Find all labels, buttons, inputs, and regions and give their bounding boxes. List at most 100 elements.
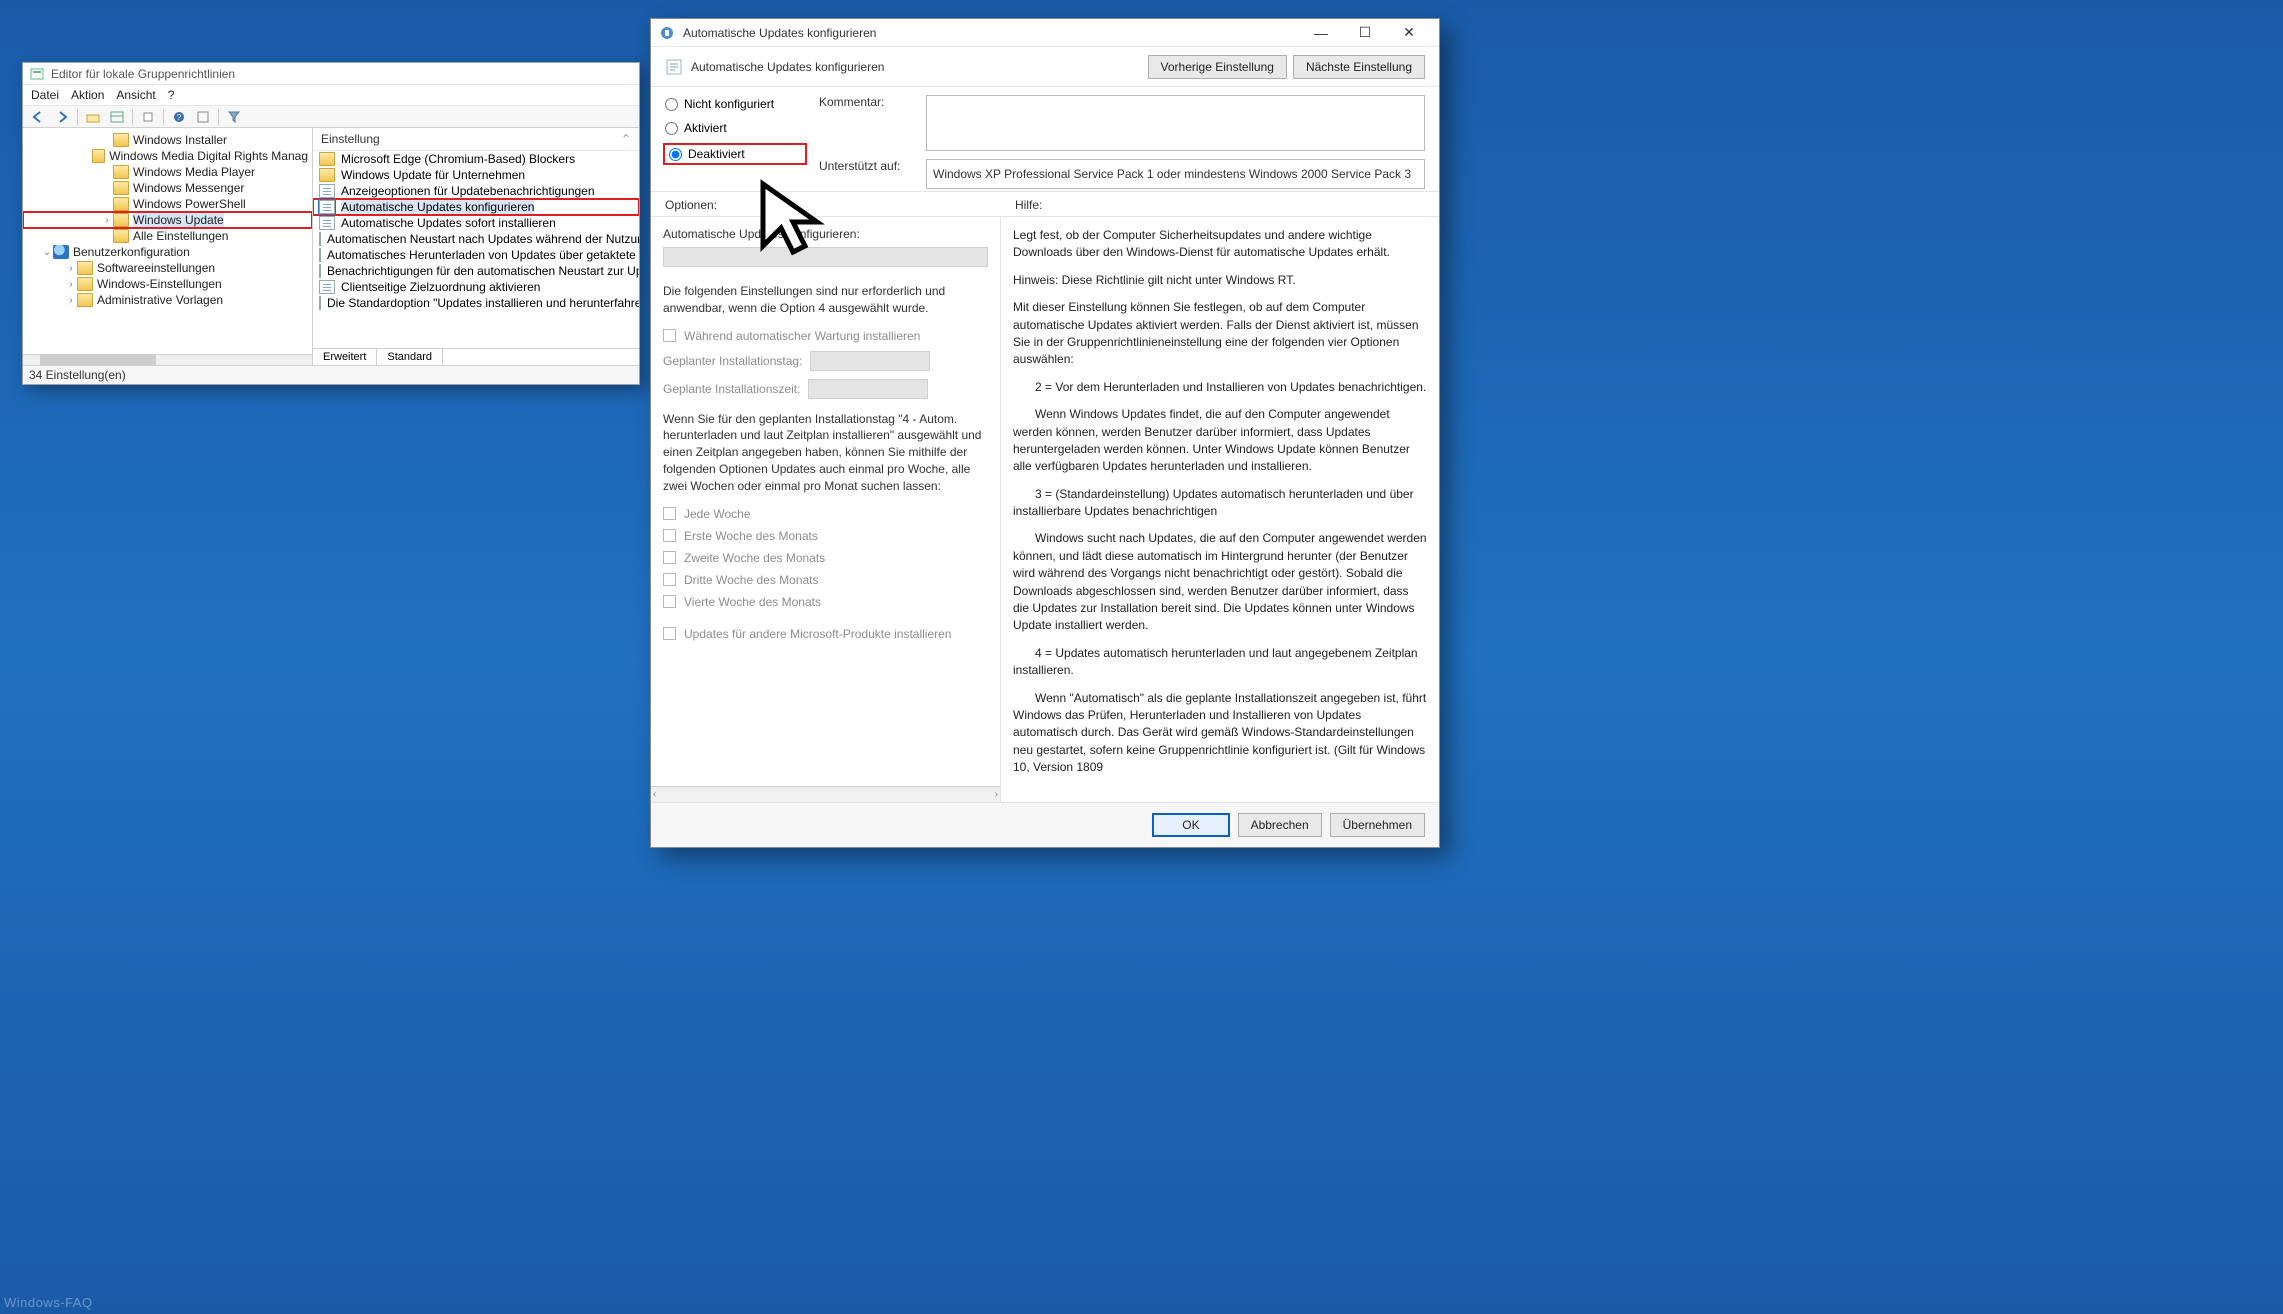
tree-item-6[interactable]: Alle Einstellungen — [23, 228, 312, 244]
details-icon[interactable] — [108, 108, 126, 126]
comment-textarea[interactable] — [926, 95, 1425, 151]
menu-file[interactable]: Datei — [31, 88, 59, 102]
policy-doc-icon — [319, 280, 335, 294]
radio-disabled[interactable]: Deaktiviert — [665, 145, 805, 163]
checkbox[interactable] — [663, 529, 676, 542]
close-icon[interactable]: ✕ — [1387, 22, 1431, 44]
toolbar-separator — [132, 109, 133, 125]
chevron-icon[interactable]: › — [101, 215, 113, 226]
radio-input[interactable] — [669, 148, 682, 161]
help-icon[interactable]: ? — [170, 108, 188, 126]
chevron-icon[interactable]: ⌄ — [41, 247, 53, 258]
tree-item-4[interactable]: Windows PowerShell — [23, 196, 312, 212]
chevron-icon[interactable]: › — [65, 279, 77, 290]
tab-extended[interactable]: Erweitert — [313, 349, 377, 365]
tree-item-2[interactable]: Windows Media Player — [23, 164, 312, 180]
apply-button[interactable]: Übernehmen — [1330, 813, 1425, 837]
export-icon[interactable] — [139, 108, 157, 126]
list-header-label: Einstellung — [321, 132, 380, 146]
tree-item-3[interactable]: Windows Messenger — [23, 180, 312, 196]
settings-list[interactable]: Microsoft Edge (Chromium-Based) Blockers… — [313, 151, 639, 348]
help-text: 3 = (Standardeinstellung) Updates automa… — [1013, 486, 1427, 521]
checkbox[interactable] — [663, 329, 676, 342]
back-icon[interactable] — [29, 108, 47, 126]
chevron-icon[interactable]: › — [65, 295, 77, 306]
opt-ms-products: Updates für andere Microsoft-Produkte in… — [684, 627, 951, 641]
supported-text: Windows XP Professional Service Pack 1 o… — [926, 159, 1425, 189]
dialog-titlebar[interactable]: Automatische Updates konfigurieren — ☐ ✕ — [651, 19, 1439, 47]
setting-label: Windows Update für Unternehmen — [341, 168, 525, 182]
setting-row-6[interactable]: Automatisches Herunterladen von Updates … — [313, 247, 639, 263]
maximize-icon[interactable]: ☐ — [1343, 22, 1387, 44]
gpe-tabs: Erweitert Standard — [313, 348, 639, 365]
gpe-tree[interactable]: Windows InstallerWindows Media Digital R… — [23, 128, 313, 365]
policy-doc-icon — [319, 248, 321, 262]
folder-icon — [319, 152, 335, 166]
setting-row-0[interactable]: Microsoft Edge (Chromium-Based) Blockers — [313, 151, 639, 167]
menu-help[interactable]: ? — [168, 88, 175, 102]
toolbar-separator — [163, 109, 164, 125]
tree-item-label: Windows Update — [133, 213, 224, 227]
checkbox[interactable] — [663, 573, 676, 586]
scroll-left-icon[interactable]: ‹ — [653, 789, 656, 800]
radio-input[interactable] — [665, 98, 678, 111]
ok-button[interactable]: OK — [1152, 813, 1229, 837]
setting-row-4[interactable]: Automatische Updates sofort installieren — [313, 215, 639, 231]
cancel-button[interactable]: Abbrechen — [1238, 813, 1322, 837]
setting-row-9[interactable]: Die Standardoption "Updates installieren… — [313, 295, 639, 311]
state-radiogroup: Nicht konfiguriert Aktiviert Deaktiviert — [665, 95, 805, 189]
previous-setting-button[interactable]: Vorherige Einstellung — [1148, 55, 1287, 79]
opt-week1: Erste Woche des Monats — [684, 529, 818, 543]
opt-week4: Vierte Woche des Monats — [684, 595, 821, 609]
time-dropdown[interactable] — [808, 379, 928, 399]
setting-row-2[interactable]: Anzeigeoptionen für Updatebenachrichtigu… — [313, 183, 639, 199]
folder-icon — [77, 261, 93, 275]
gpe-menubar: Datei Aktion Ansicht ? — [23, 85, 639, 106]
up-folder-icon[interactable] — [84, 108, 102, 126]
tree-item-10[interactable]: ›Administrative Vorlagen — [23, 292, 312, 308]
tree-item-5[interactable]: › Windows Update — [23, 212, 312, 228]
scroll-right-icon[interactable]: › — [995, 789, 998, 800]
tree-item-9[interactable]: ›Windows-Einstellungen — [23, 276, 312, 292]
config-dropdown[interactable] — [663, 247, 988, 267]
chevron-icon[interactable]: › — [65, 263, 77, 274]
list-header[interactable]: Einstellung ⌃ — [313, 128, 639, 151]
tree-hscrollbar[interactable] — [23, 354, 312, 365]
setting-row-8[interactable]: Clientseitige Zielzuordnung aktivieren — [313, 279, 639, 295]
setting-row-3[interactable]: Automatische Updates konfigurieren — [313, 199, 639, 215]
forward-icon[interactable] — [53, 108, 71, 126]
dialog-footer: OK Abbrechen Übernehmen — [651, 802, 1439, 847]
tree-item-7[interactable]: ⌄Benutzerkonfiguration — [23, 244, 312, 260]
tab-standard[interactable]: Standard — [377, 349, 443, 365]
radio-not-configured[interactable]: Nicht konfiguriert — [665, 97, 805, 111]
help-panel[interactable]: Legt fest, ob der Computer Sicherheitsup… — [1001, 217, 1439, 802]
tree-item-1[interactable]: Windows Media Digital Rights Manag — [23, 148, 312, 164]
checkbox[interactable] — [663, 627, 676, 640]
setting-row-1[interactable]: Windows Update für Unternehmen — [313, 167, 639, 183]
checkbox[interactable] — [663, 595, 676, 608]
menu-view[interactable]: Ansicht — [116, 88, 155, 102]
policy-sub-icon — [665, 58, 683, 76]
folder-icon — [92, 149, 105, 163]
checkbox[interactable] — [663, 551, 676, 564]
gpe-window: Editor für lokale Gruppenrichtlinien Dat… — [22, 62, 640, 385]
setting-row-7[interactable]: Benachrichtigungen für den automatischen… — [313, 263, 639, 279]
menu-action[interactable]: Aktion — [71, 88, 104, 102]
gpe-titlebar[interactable]: Editor für lokale Gruppenrichtlinien — [23, 63, 639, 85]
dialog-top: Nicht konfiguriert Aktiviert Deaktiviert… — [651, 87, 1439, 191]
radio-enabled[interactable]: Aktiviert — [665, 121, 805, 135]
setting-row-5[interactable]: Automatischen Neustart nach Updates währ… — [313, 231, 639, 247]
help-text: Wenn Windows Updates findet, die auf den… — [1013, 406, 1427, 476]
minimize-icon[interactable]: — — [1299, 22, 1343, 44]
tree-item-label: Windows Media Player — [133, 165, 255, 179]
properties-icon[interactable] — [194, 108, 212, 126]
checkbox[interactable] — [663, 507, 676, 520]
tree-item-8[interactable]: ›Softwareeinstellungen — [23, 260, 312, 276]
tree-item-0[interactable]: Windows Installer — [23, 132, 312, 148]
gpe-title-text: Editor für lokale Gruppenrichtlinien — [51, 67, 235, 81]
options-hscrollbar[interactable]: ‹› — [651, 786, 1000, 802]
next-setting-button[interactable]: Nächste Einstellung — [1293, 55, 1425, 79]
radio-input[interactable] — [665, 122, 678, 135]
filter-icon[interactable] — [225, 108, 243, 126]
day-dropdown[interactable] — [810, 351, 930, 371]
